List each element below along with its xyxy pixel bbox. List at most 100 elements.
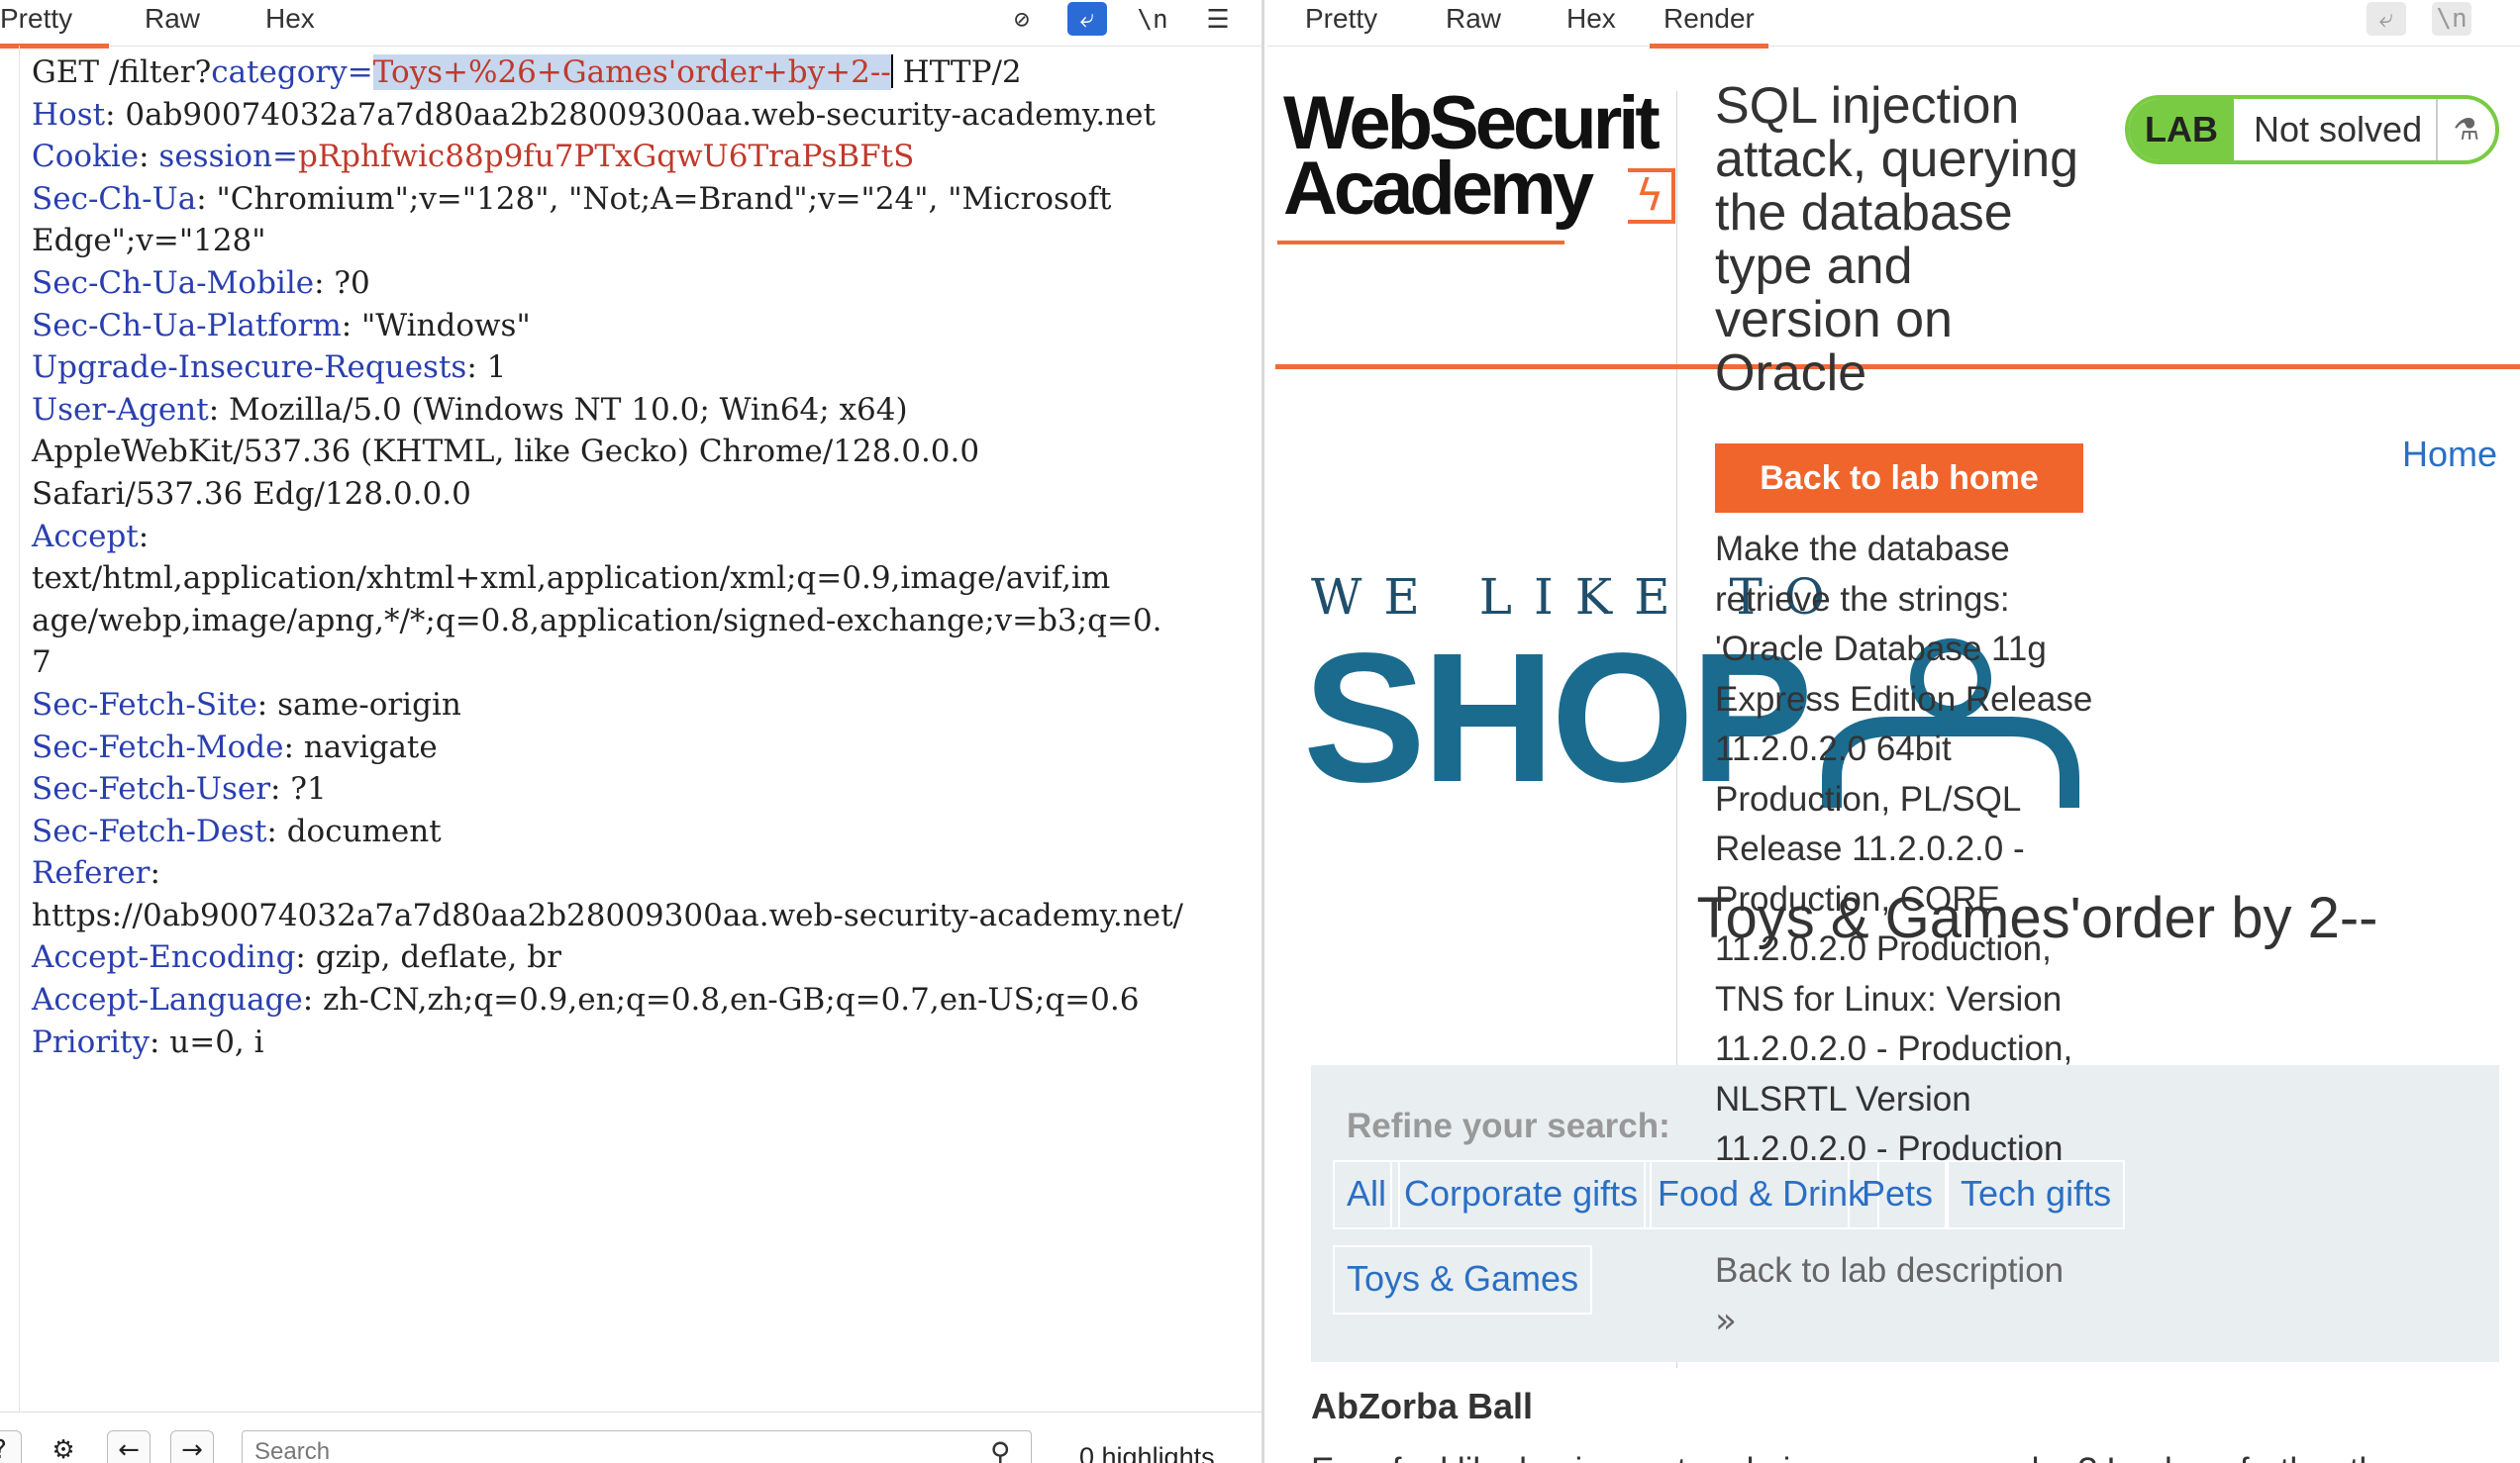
header-value: Safari/537.36 Edg/128.0.0.0 [32, 475, 471, 512]
request-line: Host: 0ab90074032a7a7d80aa2b28009300aa.w… [32, 94, 1183, 137]
header-key: Sec-Ch-Ua [32, 180, 197, 217]
double-chevron-icon[interactable]: » [1715, 1301, 1737, 1341]
request-line: User-Agent: Mozilla/5.0 (Windows NT 10.0… [32, 389, 1183, 432]
request-line: Accept-Encoding: gzip, deflate, br [32, 936, 1183, 979]
product-name: AbZorba Ball [1311, 1386, 1534, 1426]
logo-line-2: Academy [1283, 146, 1594, 231]
rendered-page: WebSecurit Academy ϟ SQL injection attac… [1267, 46, 2520, 1463]
header-key: Accept [32, 518, 139, 554]
header-value: GET /filter? [32, 54, 212, 90]
header-value: : 1 [466, 349, 507, 386]
request-text[interactable]: GET /filter?category=Toys+%26+Games'orde… [32, 51, 1183, 1063]
tab-raw[interactable]: Raw [145, 0, 200, 44]
back-to-lab-description-link[interactable]: Back to lab description [1715, 1251, 2064, 1291]
header-value: AppleWebKit/537.36 (KHTML, like Gecko) C… [32, 434, 980, 470]
request-line: Sec-Fetch-Mode: navigate [32, 727, 1183, 769]
header-value: : [139, 139, 159, 175]
request-line: age/webp,image/apng,*/*;q=0.8,applicatio… [32, 600, 1183, 642]
wrap-icon[interactable]: ⤶ [2367, 2, 2406, 36]
header-value: : zh-CN,zh;q=0.9,en;q=0.8,en-GB;q=0.7,en… [302, 982, 1140, 1019]
home-link[interactable]: Home [2402, 434, 2497, 475]
header-key: Cookie [32, 139, 140, 175]
header-value: text/html,application/xhtml+xml,applicat… [32, 560, 1111, 597]
header-key: User-Agent [32, 391, 209, 428]
request-line: text/html,application/xhtml+xml,applicat… [32, 557, 1183, 600]
request-line: Priority: u=0, i [32, 1022, 1183, 1064]
header-key: Accept-Encoding [32, 939, 296, 976]
request-line: Sec-Fetch-Dest: document [32, 811, 1183, 853]
tab-render[interactable]: Render [1650, 0, 1768, 49]
header-value: pRphfwic88p9fu7PTxGqwU6TraPsBFtS [298, 139, 915, 175]
request-tabbar: Pretty Raw Hex ⊘ ⤶ \n ☰ [0, 0, 1261, 49]
request-editor[interactable]: GET /filter?category=Toys+%26+Games'orde… [0, 46, 1261, 1412]
lab-description: Make the database retrieve the strings: … [1715, 530, 2093, 1168]
refine-label: Refine your search: [1347, 1107, 1670, 1145]
tab-hex[interactable]: Hex [265, 0, 315, 44]
header-value: : [138, 518, 150, 554]
logo-underline [1277, 241, 1564, 244]
highlights-count: 0 highlights [1079, 1442, 1215, 1463]
header-key: category= [211, 54, 373, 90]
web-security-academy-logo: WebSecurit Academy [1283, 86, 1661, 231]
request-line: Sec-Fetch-Site: same-origin [32, 684, 1183, 727]
request-line: AppleWebKit/537.36 (KHTML, like Gecko) C… [32, 431, 1183, 473]
header-value: Edge";v="128" [32, 223, 266, 259]
request-line: Sec-Fetch-User: ?1 [32, 768, 1183, 811]
menu-icon[interactable]: ☰ [1198, 0, 1238, 40]
header-value: age/webp,image/apng,*/*;q=0.8,applicatio… [32, 602, 1162, 638]
request-line: Referer: [32, 852, 1183, 895]
search-bar: ? ⚙ ← → ⚲ 0 highlights [0, 1412, 1261, 1463]
header-value: : Mozilla/5.0 (Windows NT 10.0; Win64; x… [208, 391, 908, 428]
header-value: https://0ab90074032a7a7d80aa2b28009300aa… [32, 897, 1183, 933]
lab-title: SQL injection attack, querying the datab… [1715, 77, 2079, 402]
tab-pretty[interactable]: Pretty [1305, 0, 1377, 44]
header-value: : ?0 [314, 264, 370, 301]
header-value: : 0ab90074032a7a7d80aa2b28009300aa.web-s… [105, 96, 1156, 133]
request-line: Upgrade-Insecure-Requests: 1 [32, 346, 1183, 389]
header-key: Sec-Fetch-User [32, 771, 271, 808]
header-value: : u=0, i [149, 1024, 264, 1060]
request-line: Accept: [32, 516, 1183, 558]
search-icon[interactable]: ⚲ [990, 1436, 1011, 1463]
forward-arrow-icon[interactable]: → [170, 1430, 214, 1463]
tab-raw[interactable]: Raw [1446, 0, 1501, 44]
header-key: Host [32, 96, 106, 133]
tab-hex[interactable]: Hex [1566, 0, 1616, 44]
lab-label: LAB [2129, 99, 2234, 160]
lab-status-badge: LAB Not solved ⚗ [2125, 95, 2499, 164]
lab-status: Not solved [2254, 109, 2423, 149]
request-line: Cookie: session=pRphfwic88p9fu7PTxGqwU6T… [32, 136, 1183, 178]
response-tabbar: Pretty Raw Hex Render ⤶ \n [1267, 0, 2520, 49]
request-line: 7 [32, 641, 1183, 684]
newline-icon[interactable]: \n [1133, 0, 1172, 40]
filter-corporate-gifts[interactable]: Corporate gifts [1390, 1160, 1653, 1229]
eye-off-icon[interactable]: ⊘ [1002, 0, 1042, 40]
header-value: : gzip, deflate, br [295, 939, 561, 976]
header-value: : [150, 855, 160, 892]
header-key: Sec-Fetch-Mode [32, 729, 284, 765]
request-line: Accept-Language: zh-CN,zh;q=0.9,en;q=0.8… [32, 979, 1183, 1022]
selected-text: Toys+%26+Games'order+by+2-- [372, 54, 891, 90]
help-icon[interactable]: ? [0, 1430, 22, 1463]
product-description: Ever feel like having a stag do in your … [1311, 1451, 2417, 1463]
back-arrow-icon[interactable]: ← [107, 1430, 151, 1463]
line-gutter [0, 46, 20, 1412]
request-pane: Pretty Raw Hex ⊘ ⤶ \n ☰ GET /filter?cate… [0, 0, 1264, 1463]
header-value: : navigate [283, 729, 438, 765]
newline-icon[interactable]: \n [2432, 2, 2471, 36]
gear-icon[interactable]: ⚙ [42, 1430, 85, 1463]
header-value: : same-origin [256, 686, 461, 723]
header-key: Sec-Fetch-Site [32, 686, 257, 723]
wrap-icon[interactable]: ⤶ [1067, 2, 1107, 36]
tab-pretty[interactable]: Pretty [0, 0, 109, 49]
request-line: GET /filter?category=Toys+%26+Games'orde… [32, 51, 1183, 94]
request-line: Sec-Ch-Ua-Platform: "Windows" [32, 305, 1183, 347]
header-value: : "Windows" [341, 307, 531, 343]
response-pane: Pretty Raw Hex Render ⤶ \n WebSecurit Ac… [1267, 0, 2520, 1463]
header-key: Priority [32, 1024, 150, 1060]
filter-toys-games[interactable]: Toys & Games [1333, 1245, 1593, 1315]
search-input[interactable] [242, 1430, 1032, 1463]
back-to-lab-home-button[interactable]: Back to lab home [1715, 443, 2083, 513]
request-line: Edge";v="128" [32, 220, 1183, 262]
header-key: Upgrade-Insecure-Requests [32, 349, 467, 386]
